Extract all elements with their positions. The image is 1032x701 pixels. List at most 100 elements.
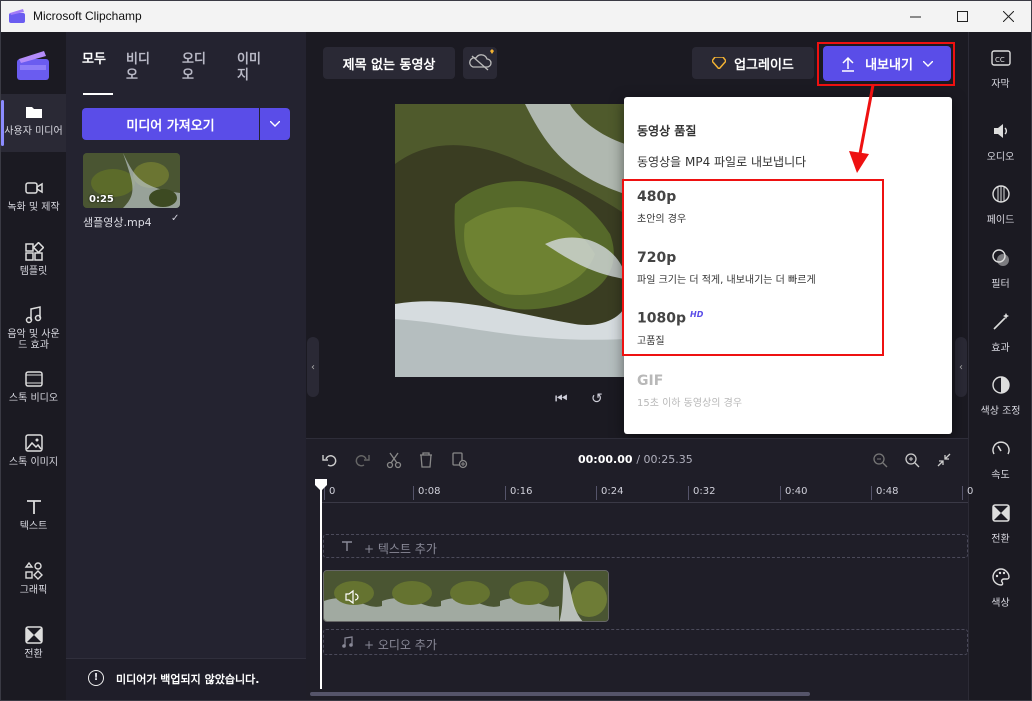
add-text-track[interactable]: + 텍스트 추가: [323, 534, 968, 558]
skip-to-start-button[interactable]: ⏮: [555, 391, 568, 407]
rail-item-stock-video[interactable]: 스톡 비디오: [1, 361, 66, 419]
add-text-label: + 텍스트 추가: [364, 542, 437, 556]
ruler-tick: 0:32: [688, 486, 715, 500]
add-audio-track[interactable]: + 오디오 추가: [323, 629, 968, 655]
fit-timeline-icon[interactable]: [935, 451, 953, 469]
rail-item-label: 녹화 및 제작: [7, 202, 60, 213]
clipchamp-logo-icon: [17, 51, 49, 80]
rail-item-text[interactable]: 텍스트: [1, 489, 66, 547]
rail-item-label: 텍스트: [19, 521, 48, 532]
music-note-icon: [342, 636, 353, 648]
app-window: Microsoft Clipchamp 사용자 미디어 녹화 및 제작 템플릿 …: [0, 0, 1032, 701]
rail-item-stock-images[interactable]: 스톡 이미지: [1, 425, 66, 483]
rail-item-label: 전환: [991, 534, 1010, 545]
timeline-ruler[interactable]: 0 0:08 0:16 0:24 0:32 0:40 0:48 0: [322, 483, 973, 503]
text-icon: [342, 541, 352, 551]
clipchamp-logo-icon: [9, 9, 25, 23]
ruler-tick: 0: [962, 486, 973, 500]
tab-images[interactable]: 이미지: [237, 52, 267, 84]
folder-icon: [25, 107, 42, 118]
playhead[interactable]: [320, 479, 322, 689]
rail-item-label: 색상: [991, 598, 1010, 609]
contrast-icon: [991, 376, 1010, 394]
quality-description: 15초 이하 동영상의 경우: [637, 398, 743, 409]
rail-item-fade[interactable]: 페이드: [969, 184, 1032, 227]
undo-icon[interactable]: [321, 451, 339, 469]
duplicate-icon[interactable]: [450, 451, 468, 469]
palette-icon: [991, 568, 1010, 586]
rail-item-label: 템플릿: [19, 266, 48, 277]
rail-item-graphics[interactable]: 그래픽: [1, 553, 66, 611]
minimize-button[interactable]: [892, 1, 938, 32]
current-time: 00:00.00: [578, 453, 633, 466]
import-media-dropdown-button[interactable]: [260, 108, 290, 140]
upgrade-button[interactable]: 업그레이드: [692, 47, 814, 79]
tab-audio[interactable]: 오디오: [182, 52, 212, 84]
right-properties-rail: CC 자막 오디오 페이드 필터 효과 색상 조정 속도 전환 색상: [968, 32, 1031, 700]
rail-item-filters[interactable]: 필터: [969, 248, 1032, 291]
project-title[interactable]: 제목 없는 동영상: [323, 47, 455, 79]
rewind-5s-button[interactable]: ↺: [591, 391, 603, 407]
video-clip-thumbnails: [324, 571, 608, 621]
rail-item-audio[interactable]: 오디오: [969, 121, 1032, 164]
templates-icon: [24, 242, 44, 261]
chevron-down-icon: [270, 121, 280, 127]
close-button[interactable]: [985, 1, 1031, 32]
left-nav-rail: 사용자 미디어 녹화 및 제작 템플릿 음악 및 사운드 효과 스톡 비디오 스…: [1, 32, 66, 700]
zoom-in-icon[interactable]: [903, 451, 921, 469]
rail-item-label: 그래픽: [19, 585, 48, 596]
export-highlight-box: [817, 42, 955, 86]
rail-item-label: 속도: [991, 470, 1010, 481]
rail-item-speed[interactable]: 속도: [969, 439, 1032, 482]
video-preview[interactable]: [395, 104, 625, 377]
upgrade-label: 업그레이드: [734, 57, 794, 73]
video-clip[interactable]: [323, 570, 609, 622]
add-audio-label: + 오디오 추가: [364, 638, 437, 652]
rail-item-label: 효과: [991, 343, 1010, 354]
rail-item-effects[interactable]: 효과: [969, 312, 1032, 355]
timeline-panel: 00:00.00 / 00:25.35 0 0:08 0:16 0:24 0:3…: [306, 438, 973, 700]
speaker-icon[interactable]: [344, 589, 360, 605]
speedometer-icon: [991, 441, 1010, 455]
rail-item-label: 자막: [991, 79, 1010, 90]
ruler-tick: 0: [324, 486, 335, 500]
import-media-button[interactable]: 미디어 가져오기: [82, 108, 259, 140]
rail-item-label: 페이드: [986, 215, 1015, 226]
rail-item-color[interactable]: 색상: [969, 567, 1032, 610]
media-thumbnail[interactable]: 0:25: [83, 153, 180, 208]
image-icon: [24, 434, 43, 452]
rail-item-transitions[interactable]: 전환: [969, 503, 1032, 546]
maximize-button[interactable]: [939, 1, 985, 32]
zoom-out-icon[interactable]: [871, 451, 889, 469]
active-tab-indicator: [83, 93, 113, 95]
rail-item-captions[interactable]: CC 자막: [969, 48, 1032, 91]
rail-item-templates[interactable]: 템플릿: [1, 234, 66, 292]
delete-trash-icon[interactable]: [417, 451, 435, 469]
rail-item-label: 사용자 미디어: [4, 126, 63, 137]
rail-item-color-adjust[interactable]: 색상 조정: [969, 375, 1032, 418]
rail-item-user-media[interactable]: 사용자 미디어: [1, 94, 66, 152]
quality-option-gif: GIF 15초 이하 동영상의 경우: [637, 373, 742, 409]
timecode-display: 00:00.00 / 00:25.35: [578, 453, 693, 466]
tab-video[interactable]: 비디오: [126, 52, 156, 84]
rail-item-label: 색상 조정: [980, 406, 1021, 417]
backup-notice[interactable]: ! 미디어가 백업되지 않았습니다.: [66, 658, 306, 700]
ruler-tick: 0:24: [596, 486, 623, 500]
redo-icon[interactable]: [353, 451, 371, 469]
transition-icon: [24, 626, 43, 644]
split-scissors-icon[interactable]: [385, 451, 403, 469]
collapse-left-panel-handle[interactable]: ‹: [307, 337, 319, 397]
cloud-sync-button[interactable]: [463, 47, 497, 79]
timeline-scrollbar[interactable]: [310, 692, 810, 696]
rail-item-label: 음악 및 사운드 효과: [7, 329, 60, 351]
collapse-right-panel-handle[interactable]: ‹: [955, 337, 967, 397]
rail-item-music-sfx[interactable]: 음악 및 사운드 효과: [1, 297, 66, 355]
preview-frame-image: [395, 104, 625, 377]
video-camera-icon: [24, 182, 43, 194]
tab-all[interactable]: 모두: [82, 52, 112, 68]
svg-text:CC: CC: [995, 56, 1005, 64]
media-tabs: 모두 비디오 오디오 이미지: [82, 52, 292, 96]
rail-item-transitions[interactable]: 전환: [1, 617, 66, 675]
rail-item-record-create[interactable]: 녹화 및 제작: [1, 170, 66, 228]
title-bar: Microsoft Clipchamp: [1, 1, 1031, 32]
